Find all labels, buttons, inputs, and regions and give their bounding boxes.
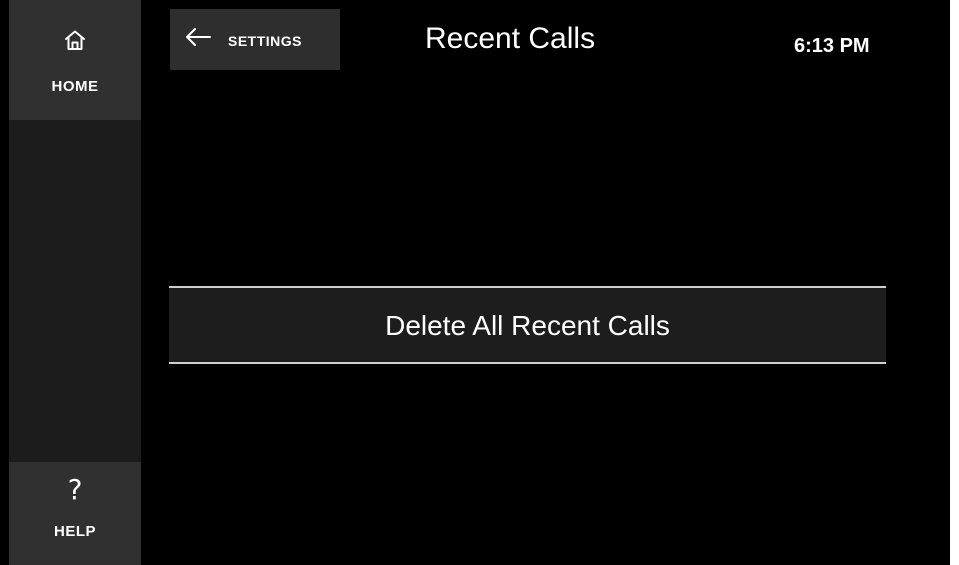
home-button[interactable]: HOME	[9, 0, 141, 120]
delete-all-recent-calls-button[interactable]: Delete All Recent Calls	[169, 286, 886, 364]
home-icon	[65, 30, 85, 50]
help-button[interactable]: ? HELP	[9, 462, 141, 565]
help-label: HELP	[53, 523, 96, 540]
question-mark-icon: ?	[67, 473, 83, 506]
arrow-left-icon	[186, 28, 211, 46]
home-label: HOME	[51, 78, 99, 95]
back-to-settings-button[interactable]: SETTINGS	[170, 9, 340, 70]
screen: HOME ? HELP SETTINGS Recent Calls 6:13 P…	[0, 0, 950, 565]
back-button-label: SETTINGS	[228, 33, 303, 49]
page-title: Recent Calls	[425, 22, 596, 55]
delete-all-label: Delete All Recent Calls	[385, 309, 670, 341]
clock: 6:13 PM	[794, 35, 870, 57]
